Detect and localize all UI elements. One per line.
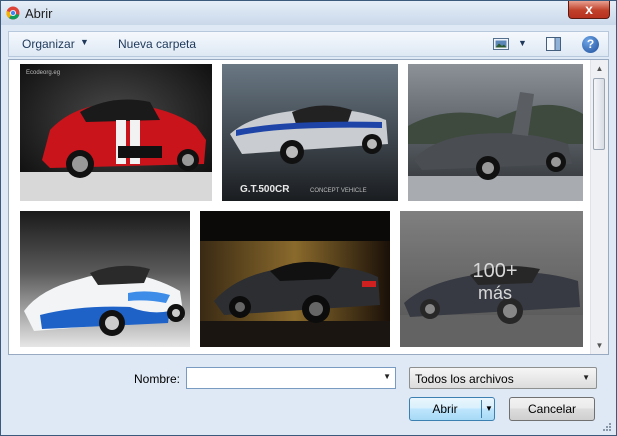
thumbnail-watermark: Ecodeorg.eg xyxy=(26,70,60,76)
close-icon[interactable]: x xyxy=(585,1,593,17)
open-dropdown-icon[interactable]: ▼ xyxy=(483,398,495,420)
more-count: 100+ xyxy=(472,260,517,282)
chevron-down-icon[interactable]: ▼ xyxy=(383,372,391,381)
file-type-select[interactable]: Todos los archivos ▼ xyxy=(409,367,597,389)
thumbnail-black-lamborghini[interactable]: 100+ más xyxy=(400,211,583,347)
thumbnail-subcaption: CONCEPT VEHICLE xyxy=(310,188,367,194)
file-name-label: Nombre: xyxy=(134,372,181,386)
thumbnail-gray-concept[interactable] xyxy=(408,64,583,201)
views-dropdown-icon[interactable]: ▼ xyxy=(518,38,527,48)
help-label[interactable]: ? xyxy=(587,37,594,51)
thumbnail-dark-lamborghini[interactable] xyxy=(200,211,390,347)
preview-pane-icon[interactable] xyxy=(546,37,561,51)
thumbnail-silver-gt500cr[interactable]: G.T.500CR CONCEPT VEHICLE xyxy=(222,64,398,201)
file-name-input[interactable] xyxy=(187,368,383,388)
close-button[interactable]: x xyxy=(568,1,610,19)
car-image: G.T.500CR CONCEPT VEHICLE xyxy=(222,64,398,201)
thumbnail-white-blue-coupe[interactable] xyxy=(20,211,190,347)
command-bar: Organizar ▼ Nueva carpeta ▼ ? xyxy=(8,31,609,57)
car-image: 100+ más xyxy=(400,211,583,347)
open-button[interactable]: Abrir ▼ xyxy=(409,397,495,421)
chevron-down-icon[interactable]: ▼ xyxy=(80,37,89,47)
scroll-up-icon[interactable]: ▲ xyxy=(591,60,608,77)
thumbnail-red-mustang[interactable]: Ecodeorg.eg xyxy=(20,64,212,201)
chevron-down-icon[interactable]: ▼ xyxy=(582,373,590,382)
file-type-value[interactable]: Todos los archivos xyxy=(415,372,514,386)
scroll-down-icon[interactable]: ▼ xyxy=(591,337,608,354)
views-icon[interactable] xyxy=(493,38,509,50)
vertical-scrollbar[interactable]: ▲ ▼ xyxy=(590,60,608,354)
car-image xyxy=(408,64,583,201)
scrollbar-thumb[interactable] xyxy=(593,78,605,150)
resize-grip-icon[interactable] xyxy=(602,422,612,432)
more-label: más xyxy=(478,283,512,303)
car-image xyxy=(200,211,390,347)
chrome-icon xyxy=(6,6,20,20)
cancel-button[interactable]: Cancelar xyxy=(509,397,595,421)
thumbnail-caption: G.T.500CR xyxy=(240,184,290,195)
file-view[interactable]: Ecodeorg.eg G.T.500CR CONCEPT VEHICLE 10… xyxy=(8,59,609,355)
help-icon[interactable]: ? xyxy=(582,36,599,53)
open-button-label[interactable]: Abrir xyxy=(410,398,480,420)
car-image: Ecodeorg.eg xyxy=(20,64,212,201)
car-image xyxy=(20,211,190,347)
window-title: Abrir xyxy=(25,6,53,21)
split-divider xyxy=(481,400,482,418)
new-folder-button[interactable]: Nueva carpeta xyxy=(118,37,196,51)
open-file-dialog: Abrir x Organizar ▼ Nueva carpeta ▼ ? Ec… xyxy=(0,0,617,436)
title-bar[interactable]: Abrir x xyxy=(1,1,616,25)
organize-menu-button[interactable]: Organizar xyxy=(22,37,75,51)
file-name-combobox[interactable]: ▼ xyxy=(186,367,396,389)
